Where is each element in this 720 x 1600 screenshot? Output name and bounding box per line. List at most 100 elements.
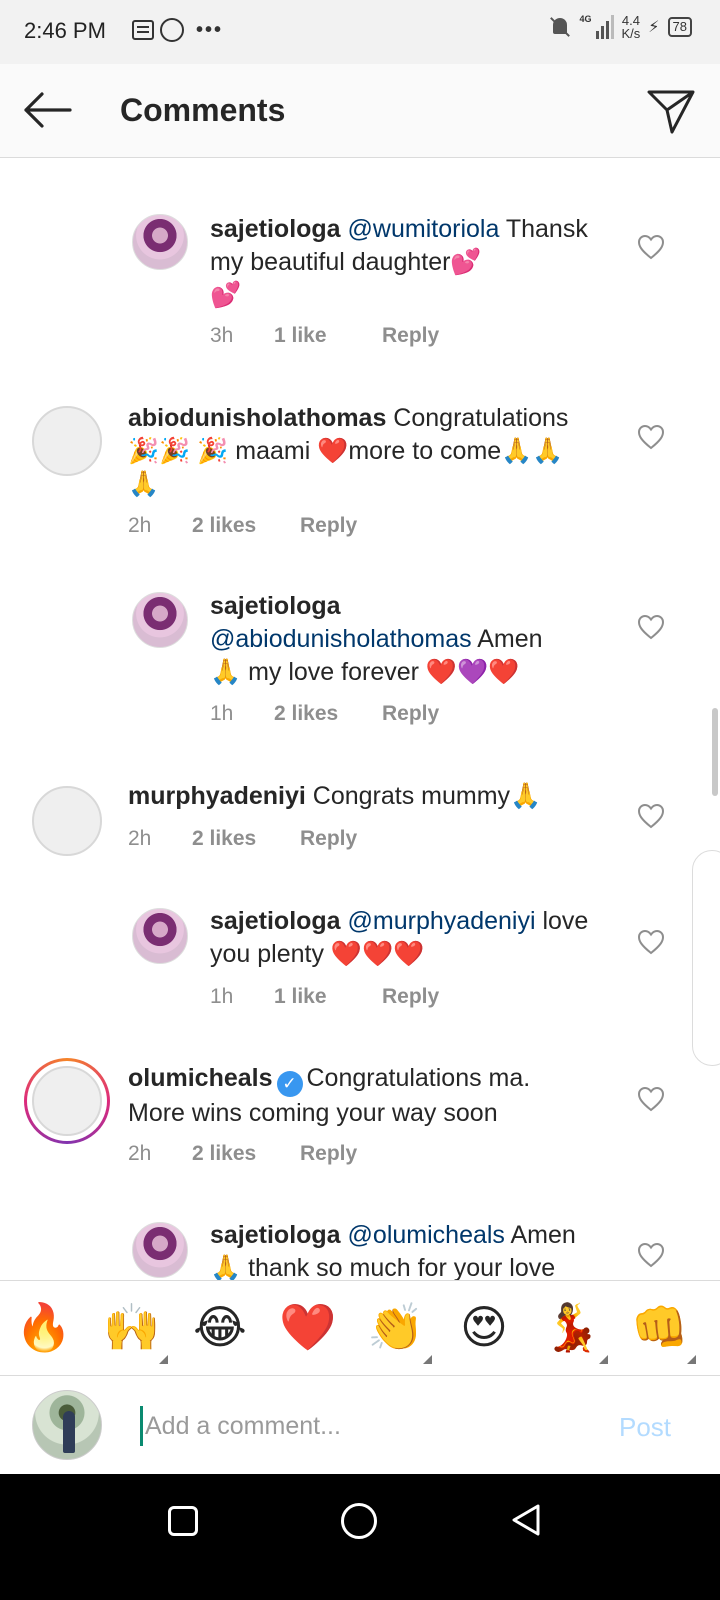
comment-likes[interactable]: 2 likes <box>192 827 300 851</box>
comment-likes[interactable]: 1 like <box>274 324 382 348</box>
comment-likes[interactable]: 2 likes <box>192 514 300 538</box>
avatar[interactable] <box>132 592 188 648</box>
comment-likes[interactable]: 2 likes <box>192 1142 300 1166</box>
avatar[interactable] <box>32 786 102 856</box>
comment-mention[interactable]: @olumicheals <box>348 1221 505 1249</box>
reply-button[interactable]: Reply <box>300 1142 357 1166</box>
comment-body-line3: 🙏 <box>128 470 160 498</box>
emoji-heart-eyes-button[interactable]: 😍 <box>454 1299 514 1355</box>
like-heart-icon[interactable] <box>637 1242 665 1268</box>
like-heart-icon[interactable] <box>637 803 665 829</box>
comment-body: Congratulations ma. <box>306 1064 531 1092</box>
avatar[interactable] <box>132 908 188 964</box>
comment-body: Congratulations <box>386 404 569 432</box>
emoji-heart-button[interactable]: ❤️ <box>278 1299 338 1355</box>
comment-body: Congrats mummy🙏 <box>305 782 542 810</box>
comment-text: sajetiologa @olumicheals Amen 🙏 thank so… <box>210 1219 630 1285</box>
comment-username[interactable]: sajetiologa <box>210 907 341 935</box>
mute-icon <box>549 16 571 38</box>
comment-username[interactable]: sajetiologa <box>210 592 341 620</box>
status-time: 2:46 PM <box>24 18 106 43</box>
reply-button[interactable]: Reply <box>382 985 439 1009</box>
comment-text: abiodunisholathomas Congratulations 🎉🎉 🎉… <box>128 402 628 501</box>
verified-badge-icon: ✓ <box>276 1071 303 1097</box>
comment-meta: 2h 2 likes Reply <box>128 1142 357 1166</box>
reply-button[interactable]: Reply <box>382 324 439 348</box>
page-title: Comments <box>120 92 286 128</box>
recents-icon[interactable] <box>168 1506 198 1536</box>
comment-body: love <box>535 907 589 935</box>
back-icon[interactable] <box>508 1502 544 1538</box>
network-type: 4G <box>579 14 592 24</box>
comment-time: 2h <box>128 827 152 850</box>
comment-meta: 1h 2 likes Reply <box>210 702 439 726</box>
comment-body-line2: 🙏 my love forever ❤️💜❤️ <box>210 658 520 686</box>
comment-time: 1h <box>210 702 234 725</box>
send-icon[interactable] <box>646 86 696 136</box>
battery-level: 78 <box>667 17 692 37</box>
comment-body: Amen <box>471 625 543 653</box>
app-header: Comments <box>0 64 720 158</box>
like-heart-icon[interactable] <box>637 929 665 955</box>
comment-body-line2: 🙏 thank so much for your love <box>210 1254 556 1282</box>
comment-time: 2h <box>128 514 152 537</box>
comment-likes[interactable]: 2 likes <box>274 702 382 726</box>
emoji-fire-button[interactable]: 🔥 <box>14 1299 74 1355</box>
charging-icon: ⚡ <box>648 19 660 36</box>
comment-meta: 2h 2 likes Reply <box>128 514 357 538</box>
comment-username[interactable]: sajetiologa <box>210 215 341 243</box>
scrollbar[interactable] <box>712 708 718 796</box>
whatsapp-icon <box>160 18 184 42</box>
emoji-dancer-button[interactable]: 💃 <box>542 1299 602 1355</box>
avatar[interactable] <box>32 406 102 476</box>
comments-list[interactable]: sajetiologa @wumitoriola Thansk my beaut… <box>0 158 720 1304</box>
comment-text: sajetiologa @murphyadeniyi love you plen… <box>210 905 620 971</box>
emoji-fist-button[interactable]: 👊 <box>630 1299 690 1355</box>
home-icon[interactable] <box>341 1503 377 1539</box>
comment-username[interactable]: sajetiologa <box>210 1221 341 1249</box>
like-heart-icon[interactable] <box>637 234 665 260</box>
story-ring[interactable] <box>24 1058 110 1144</box>
reply-button[interactable]: Reply <box>382 702 439 726</box>
comment-text: murphyadeniyi Congrats mummy🙏 <box>128 780 628 813</box>
comment-likes[interactable]: 1 like <box>274 985 382 1009</box>
comment-username[interactable]: murphyadeniyi <box>128 782 306 810</box>
network-speed: 4.4 K/s <box>622 14 641 40</box>
system-nav-bar <box>0 1474 720 1600</box>
comment-body-line2: 🎉🎉 🎉 maami ❤️more to come🙏🙏 <box>128 437 564 465</box>
reply-button[interactable]: Reply <box>300 827 357 851</box>
comment-mention[interactable]: @wumitoriola <box>348 215 500 243</box>
comment-meta: 1h 1 like Reply <box>210 985 439 1009</box>
like-heart-icon[interactable] <box>637 614 665 640</box>
emoji-laughing-button[interactable]: 😂 <box>190 1299 250 1355</box>
comment-meta: 3h 1 like Reply <box>210 324 439 348</box>
my-avatar <box>32 1390 102 1460</box>
emoji-variant-indicator <box>159 1355 168 1364</box>
comment-body-line2: More wins coming your way soon <box>128 1099 498 1127</box>
avatar[interactable] <box>132 1222 188 1278</box>
comment-username[interactable]: abiodunisholathomas <box>128 404 386 432</box>
post-button[interactable]: Post <box>619 1412 671 1443</box>
comment-meta: 2h 2 likes Reply <box>128 827 357 851</box>
emoji-variant-indicator <box>599 1355 608 1364</box>
comment-username[interactable]: olumicheals <box>128 1064 273 1092</box>
message-icon <box>132 20 154 40</box>
like-heart-icon[interactable] <box>637 424 665 450</box>
reply-button[interactable]: Reply <box>300 514 357 538</box>
comment-mention[interactable]: @abiodunisholathomas <box>210 625 472 653</box>
avatar[interactable] <box>32 1066 102 1136</box>
comment-input[interactable] <box>140 1406 580 1446</box>
comment-text: sajetiologa @wumitoriola Thansk my beaut… <box>210 213 620 312</box>
emoji-clapping-button[interactable]: 👏 <box>366 1299 426 1355</box>
comment-time: 3h <box>210 324 234 347</box>
speed-unit: K/s <box>621 26 641 41</box>
side-panel-edge[interactable] <box>692 850 720 1066</box>
avatar[interactable] <box>132 214 188 270</box>
emoji-variant-indicator <box>687 1355 696 1364</box>
comment-time: 2h <box>128 1142 152 1165</box>
like-heart-icon[interactable] <box>637 1086 665 1112</box>
notification-icons: ••• <box>132 18 223 42</box>
emoji-raised-hands-button[interactable]: 🙌 <box>102 1299 162 1355</box>
back-arrow-icon[interactable] <box>22 90 72 130</box>
comment-mention[interactable]: @murphyadeniyi <box>348 907 536 935</box>
